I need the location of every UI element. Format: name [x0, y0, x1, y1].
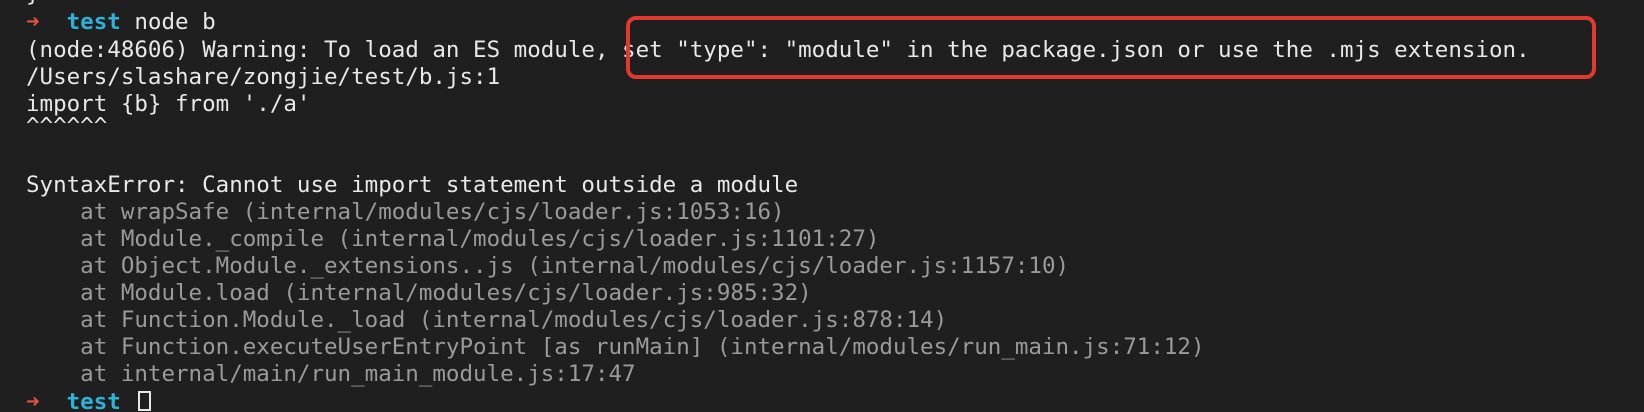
stack-trace-line: at internal/main/run_main_module.js:17:4… — [26, 361, 636, 387]
stack-trace-line: at Module._compile (internal/modules/cjs… — [26, 226, 880, 252]
previous-output-fragment: } — [26, 0, 40, 8]
command-text: node b — [134, 9, 216, 35]
error-caret-line: ^^^^^^ — [26, 113, 108, 139]
terminal-window[interactable]: } ➜ test node b (node:48606) Warning: To… — [0, 0, 1644, 412]
prompt-line-bottom: ➜ test — [26, 388, 152, 412]
text-cursor[interactable] — [138, 391, 152, 411]
annotation-highlight-box — [626, 16, 1596, 79]
file-reference-line: /Users/slashare/zongjie/test/b.js:1 — [26, 64, 501, 90]
stack-trace-line: at Function.executeUserEntryPoint [as ru… — [26, 334, 1205, 360]
stack-trace-line: at Module.load (internal/modules/cjs/loa… — [26, 280, 812, 306]
prompt-arrow-icon: ➜ — [26, 9, 40, 35]
prompt-directory: test — [66, 9, 121, 35]
syntax-error-line: SyntaxError: Cannot use import statement… — [26, 172, 799, 198]
stack-trace-line: at Function.Module._load (internal/modul… — [26, 307, 948, 333]
stack-trace-line: at wrapSafe (internal/modules/cjs/loader… — [26, 199, 785, 225]
prompt-arrow-icon: ➜ — [26, 389, 40, 412]
stack-trace-line: at Object.Module._extensions..js (intern… — [26, 253, 1070, 279]
prompt-directory: test — [66, 389, 121, 412]
prompt-line: ➜ test node b — [26, 8, 216, 36]
